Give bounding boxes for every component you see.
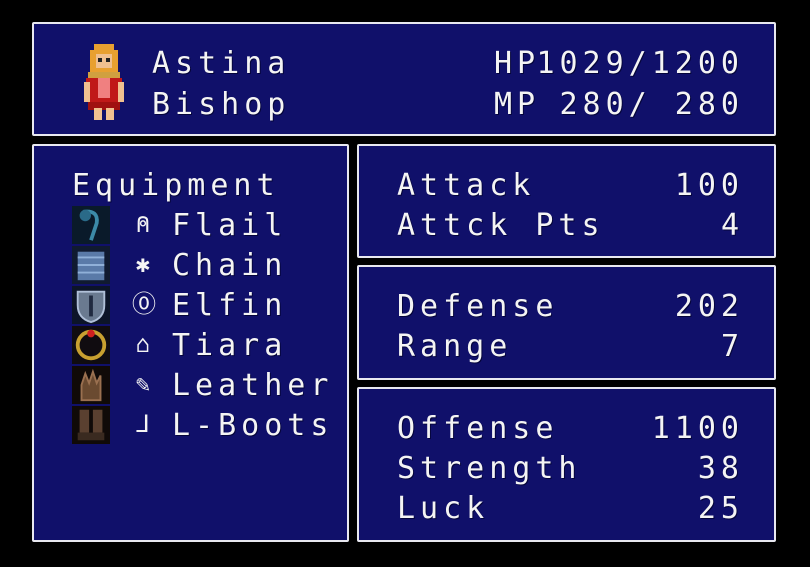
helmet-icon: ⌂ [135,330,151,358]
stat-value-range: 7 [720,329,744,364]
glove-art [72,366,110,404]
stat-value-strength: 38 [697,451,744,486]
armor-icon: ✱ [135,250,151,278]
stat-label-offense: Offense [397,411,559,446]
character-name: Astina [152,46,291,81]
stat-label-luck: Luck [397,491,490,526]
hp-label: HP [494,46,541,81]
stat-label-attack: Attack [397,168,536,203]
offense-stats-panel: Offense 1100 Strength 38 Luck 25 [357,387,776,542]
glove-icon: ✎ [135,370,151,398]
character-header-panel: Astina Bishop HP 1029∕1200 MP 280∕ 280 [32,22,776,136]
defense-stats-panel: Defense 202 Range 7 [357,265,776,380]
stat-label-range: Range [397,329,513,364]
character-class: Bishop [152,87,291,122]
stat-value-attack: 100 [674,168,744,203]
stat-value-offense: 1100 [651,411,744,446]
stat-label-defense: Defense [397,289,559,324]
flail-icon: ⍝ [135,210,151,238]
equipment-item-name[interactable]: Flail [172,210,287,242]
mp-label: MP [494,87,541,122]
hp-value: 1029∕1200 [536,46,744,81]
attack-stats-panel: Attack 100 Attck Pts 4 [357,144,776,258]
stat-value-attack-points: 4 [720,208,744,243]
equipment-panel: Equipment ⍝ Flail ✱ Chain ⓪ Elfin ⌂ Tiar… [32,144,349,542]
stat-value-luck: 25 [697,491,744,526]
stat-value-defense: 202 [674,289,744,324]
mp-value: 280∕ 280 [559,87,744,122]
shield-icon: ⓪ [132,290,156,318]
flail-art [72,206,110,244]
equipment-title: Equipment [72,168,280,203]
chain-mail-art [72,246,110,284]
character-portrait [84,44,124,120]
shield-art [72,286,110,324]
equipment-item-name[interactable]: Elfin [172,290,287,322]
equipment-item-name[interactable]: L-Boots [172,410,333,442]
stat-label-strength: Strength [397,451,582,486]
equipment-item-name[interactable]: Tiara [172,330,287,362]
stat-label-attack-points: Attck Pts [397,208,605,243]
tiara-art [72,326,110,364]
equipment-item-name[interactable]: Chain [172,250,287,282]
boot-icon: ⅃ [136,410,150,438]
equipment-item-name[interactable]: Leather [172,370,333,402]
boots-art [72,406,110,444]
